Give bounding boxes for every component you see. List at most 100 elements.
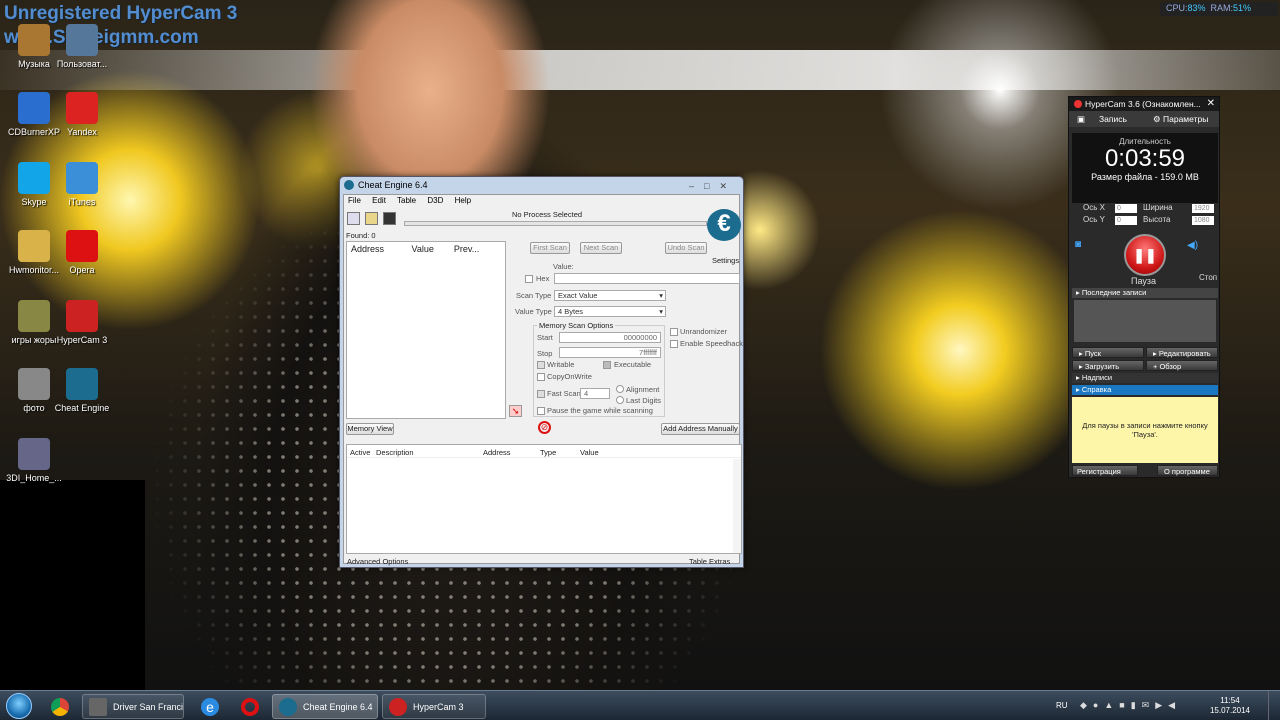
hc-titlebar[interactable]: HyperCam 3.6 (Ознакомлен... ✕ <box>1069 97 1219 111</box>
unrandomizer-checkbox[interactable] <box>670 328 678 336</box>
axis-y-label: Ось Y <box>1083 215 1105 224</box>
ce-titlebar[interactable]: Cheat Engine 6.4 –□✕ <box>340 177 743 193</box>
tray-icons[interactable]: ◆●▲■▮✉▶◀ <box>1080 700 1181 711</box>
app-icon <box>18 162 50 194</box>
recording-time: 0:03:59 <box>1104 145 1186 172</box>
ie-pinned[interactable]: e <box>190 694 228 719</box>
select-process-icon[interactable] <box>347 212 360 225</box>
menu-file[interactable]: File <box>348 196 361 205</box>
desktop-icon[interactable]: Yandex <box>52 92 112 137</box>
clock[interactable]: 11:54 15.07.2014 <box>1210 696 1250 716</box>
about-button[interactable]: О программе <box>1157 465 1218 476</box>
minimize-button[interactable]: – <box>689 181 704 191</box>
desktop-icon[interactable]: HyperCam 3 <box>52 300 112 345</box>
undo-scan-button[interactable]: Undo Scan <box>665 242 707 254</box>
col-value[interactable]: Value <box>412 244 434 254</box>
cheat-table[interactable]: Active Description Address Type Value <box>346 444 742 554</box>
col-active[interactable]: Active <box>350 448 370 457</box>
desktop-icon[interactable]: Opera <box>52 230 112 275</box>
recent-recordings-header[interactable]: ▸ Последние записи <box>1072 288 1218 298</box>
start-button[interactable] <box>2 691 36 720</box>
browse-button[interactable]: + Обзор <box>1146 360 1218 371</box>
open-file-icon[interactable] <box>365 212 378 225</box>
table-extras-link[interactable]: Table Extras <box>689 557 730 566</box>
menu-help[interactable]: Help <box>455 196 471 205</box>
taskbar-item-driver[interactable]: Driver San Francis... <box>82 694 184 719</box>
desktop-icon[interactable]: iTunes <box>52 162 112 207</box>
hex-checkbox[interactable] <box>525 275 533 283</box>
recent-recordings-list[interactable] <box>1074 300 1216 342</box>
last-digits-radio[interactable] <box>616 396 624 404</box>
scan-type-select[interactable]: Exact Value ▾ <box>554 290 666 301</box>
taskbar-item-hypercam[interactable]: HyperCam 3 <box>382 694 486 719</box>
show-desktop-button[interactable] <box>1268 691 1280 720</box>
col-type[interactable]: Type <box>540 448 556 457</box>
executable-checkbox[interactable] <box>603 361 611 369</box>
close-button[interactable]: ✕ <box>719 181 737 191</box>
start-address-input[interactable]: 00000000 <box>559 332 661 343</box>
opera-pinned[interactable] <box>230 694 268 719</box>
start-button[interactable]: ▸ Пуск <box>1072 347 1144 358</box>
ce-e-logo-icon[interactable]: € <box>707 209 741 241</box>
menu-edit[interactable]: Edit <box>372 196 386 205</box>
video-camera-icon[interactable]: ◙ <box>1075 239 1091 250</box>
alignment-radio[interactable] <box>616 385 624 393</box>
register-button[interactable]: Регистрация <box>1072 465 1138 476</box>
fast-scan-input[interactable]: 4 <box>580 388 610 399</box>
desktop-icon[interactable]: Пользоват... <box>52 24 112 69</box>
writable-checkbox[interactable] <box>537 361 545 369</box>
load-button[interactable]: ▸ Загрузить <box>1072 360 1144 371</box>
col-previous[interactable]: Prev... <box>454 244 479 254</box>
settings-link[interactable]: Settings <box>712 256 739 265</box>
tab-record[interactable]: Запись <box>1099 114 1127 124</box>
memory-view-button[interactable]: Memory View <box>346 423 394 435</box>
stop-address-input[interactable]: 7fffffff <box>559 347 661 358</box>
axis-x-input[interactable]: 0 <box>1115 204 1137 213</box>
chrome-pinned[interactable] <box>40 694 78 719</box>
value-input[interactable] <box>554 273 740 284</box>
found-address-list[interactable]: Address Value Prev... <box>346 241 506 419</box>
desktop-icon-label: 3DI_Home_... <box>6 473 62 483</box>
next-scan-button[interactable]: Next Scan <box>580 242 622 254</box>
add-to-list-arrow-icon[interactable]: ➘ <box>509 405 522 417</box>
stop-sign-icon[interactable]: ⊘ <box>538 421 551 434</box>
menu-d3d[interactable]: D3D <box>427 196 443 205</box>
fast-scan-checkbox[interactable] <box>537 390 545 398</box>
maximize-button[interactable]: □ <box>704 181 719 191</box>
menu-table[interactable]: Table <box>397 196 416 205</box>
axis-y-input[interactable]: 0 <box>1115 216 1137 225</box>
desktop-icon[interactable]: 3DI_Home_... <box>4 438 64 483</box>
speaker-icon[interactable]: ◀) <box>1187 240 1198 251</box>
scan-type-label: Scan Type <box>516 291 552 300</box>
hc-close-button[interactable]: ✕ <box>1207 97 1215 111</box>
add-address-manually-button[interactable]: Add Address Manually <box>661 423 740 435</box>
captions-header[interactable]: ▸ Надписи <box>1072 373 1218 383</box>
width-input[interactable]: 1920 <box>1192 204 1214 213</box>
tab-params[interactable]: Параметры <box>1163 114 1208 124</box>
cheat-engine-window[interactable]: Cheat Engine 6.4 –□✕ File Edit Table D3D… <box>339 176 744 568</box>
pause-game-checkbox[interactable] <box>537 407 545 415</box>
copyonwrite-checkbox[interactable] <box>537 373 545 381</box>
table-scrollbar[interactable] <box>733 459 741 553</box>
advanced-options-link[interactable]: Advanced Options <box>347 557 408 566</box>
app-icon <box>18 300 50 332</box>
language-indicator[interactable]: RU <box>1056 701 1068 710</box>
col-description[interactable]: Description <box>376 448 414 457</box>
col-address[interactable]: Address <box>351 244 384 254</box>
height-input[interactable]: 1080 <box>1192 216 1214 225</box>
value-type-select[interactable]: 4 Bytes ▾ <box>554 306 666 317</box>
edit-button[interactable]: ▸ Редактировать <box>1146 347 1218 358</box>
help-header[interactable]: ▸ Справка <box>1072 385 1218 395</box>
hex-label: Hex <box>536 274 550 283</box>
taskbar-item-cheat-engine[interactable]: Cheat Engine 6.4 <box>272 694 378 719</box>
col-table-address[interactable]: Address <box>483 448 511 457</box>
col-table-value[interactable]: Value <box>580 448 599 457</box>
speedhack-checkbox[interactable] <box>670 340 678 348</box>
hypercam-window[interactable]: HyperCam 3.6 (Ознакомлен... ✕ ▣ Запись ⚙… <box>1068 96 1220 478</box>
stop-label[interactable]: Стоп <box>1199 273 1217 282</box>
pause-button[interactable]: ❚❚ <box>1124 234 1166 276</box>
save-icon[interactable] <box>383 212 396 225</box>
desktop-icon[interactable]: Cheat Engine <box>52 368 112 413</box>
first-scan-button[interactable]: First Scan <box>530 242 570 254</box>
app-icon <box>66 24 98 56</box>
